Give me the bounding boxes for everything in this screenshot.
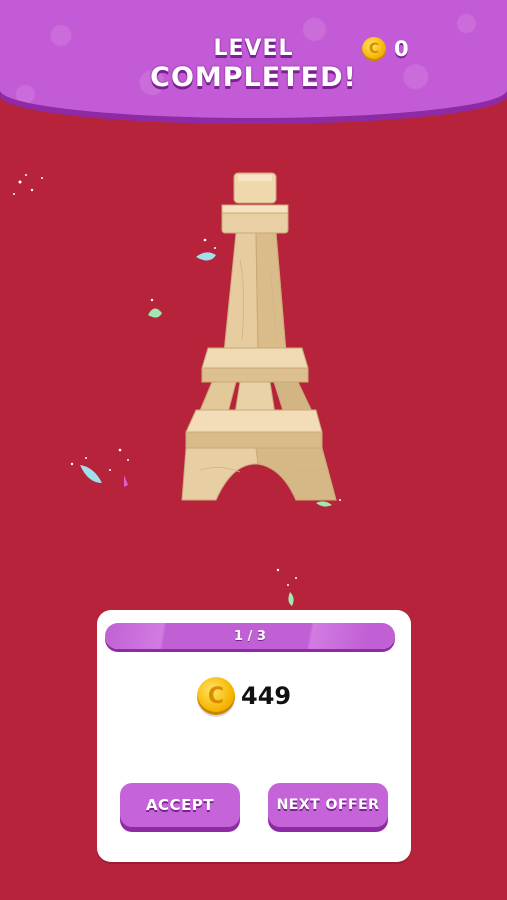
reward-amount: 449	[241, 682, 292, 710]
coin-balance-value: 0	[394, 37, 409, 61]
next-offer-button[interactable]: NEXT OFFER	[268, 783, 388, 827]
offer-progress-bar: 1 / 3	[105, 623, 395, 649]
eiffel-tower-scene	[13, 172, 341, 606]
wooden-eiffel-tower	[181, 172, 337, 501]
offer-reward: C 449	[197, 675, 291, 717]
title-completed: COMPLETED!	[150, 62, 357, 93]
coin-balance: C 0	[362, 36, 409, 62]
accept-button[interactable]: ACCEPT	[120, 783, 240, 827]
title-level: LEVEL	[213, 36, 294, 61]
coin-icon: C	[197, 677, 235, 715]
offer-panel: 1 / 3 C 449 ACCEPT NEXT OFFER	[97, 610, 411, 862]
coin-icon: C	[362, 37, 386, 61]
offer-progress-label: 1 / 3	[234, 628, 266, 644]
